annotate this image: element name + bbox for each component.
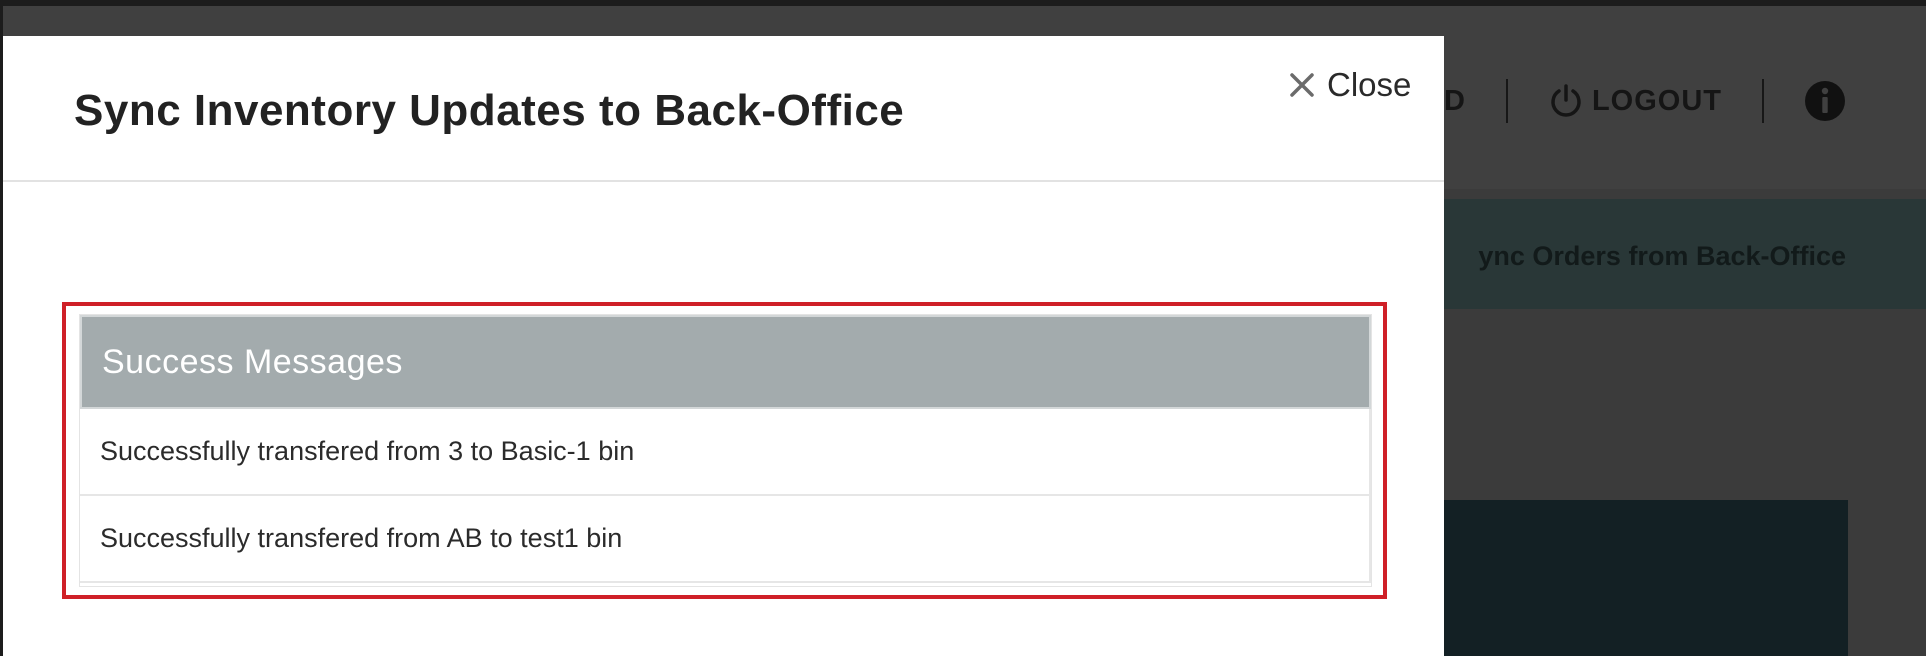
- modal-title: Sync Inventory Updates to Back-Office: [74, 86, 905, 135]
- success-messages-panel: Success Messages Successfully transfered…: [79, 314, 1372, 587]
- close-icon: [1290, 73, 1314, 97]
- power-icon: [1551, 84, 1581, 117]
- sync-inventory-modal: Sync Inventory Updates to Back-Office Cl…: [3, 36, 1444, 656]
- nav-divider: [1505, 79, 1508, 123]
- panel-heading: Success Messages: [80, 315, 1371, 409]
- sync-orders-button[interactable]: ync Orders from Back-Office: [1478, 241, 1846, 272]
- highlight-outline: Success Messages Successfully transfered…: [62, 302, 1387, 599]
- logout-link[interactable]: LOGOUT: [1548, 81, 1722, 121]
- nav-divider: [1762, 79, 1764, 123]
- close-button[interactable]: Close: [1289, 66, 1411, 104]
- success-message: Successfully transfered from 3 to Basic-…: [80, 409, 1371, 496]
- logout-label: LOGOUT: [1591, 84, 1722, 117]
- info-button[interactable]: [1804, 81, 1846, 121]
- top-nav: D LOGOUT: [1444, 79, 1846, 123]
- nav-item-partial[interactable]: D: [1444, 81, 1466, 121]
- success-message: Successfully transfered from AB to test1…: [80, 496, 1371, 583]
- app-viewport: D LOGOUT ync Orders from Back-Office Syn…: [0, 0, 1926, 656]
- close-label: Close: [1327, 66, 1412, 103]
- info-icon: [1805, 81, 1845, 121]
- modal-header: Sync Inventory Updates to Back-Office Cl…: [3, 36, 1444, 182]
